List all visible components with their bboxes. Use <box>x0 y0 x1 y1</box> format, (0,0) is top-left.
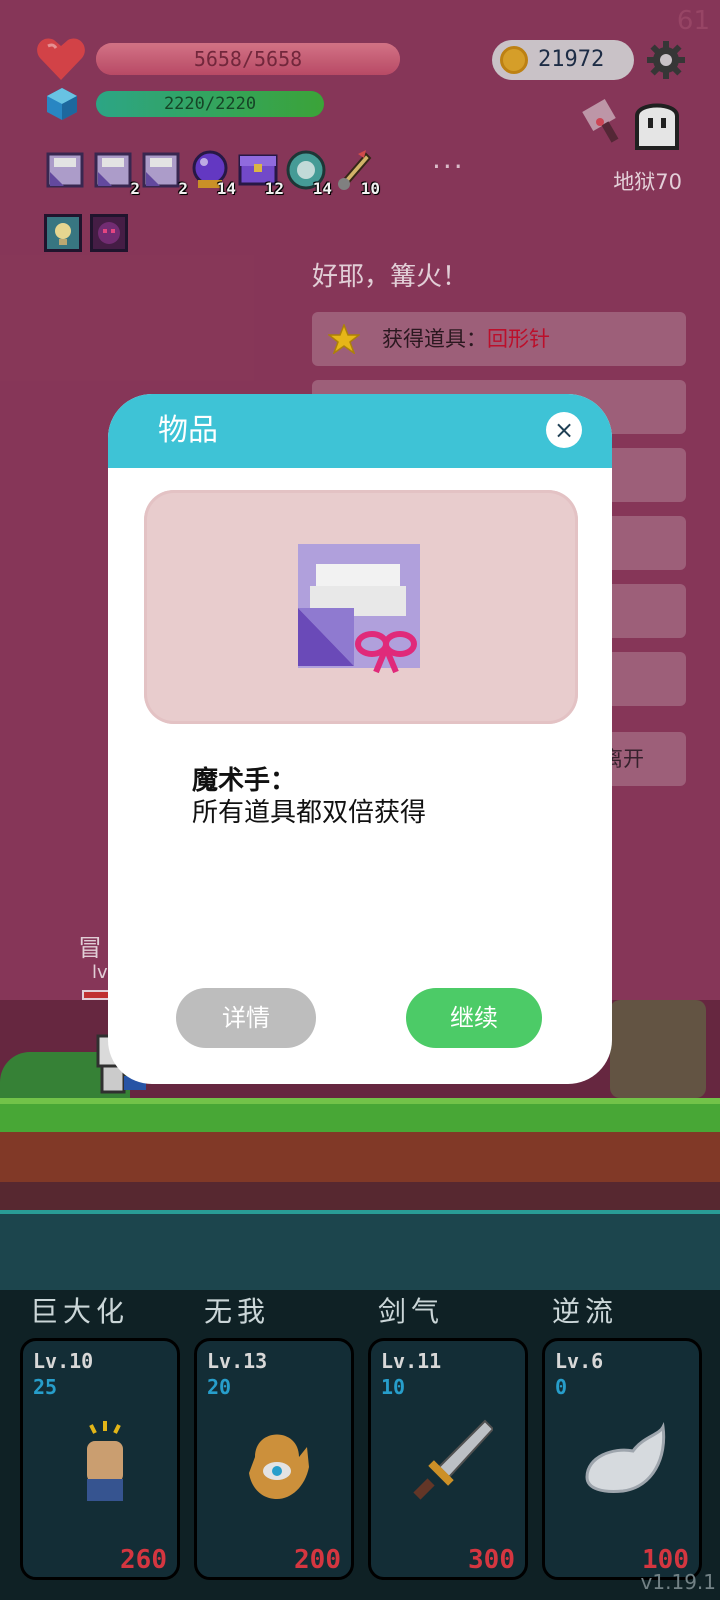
modal-header: 物品 × <box>108 394 612 468</box>
magic-hand-item-icon <box>298 544 420 674</box>
item-modal: 物品 × 魔术手： 所有道具都双倍获得 详情 继续 <box>108 394 612 1084</box>
item-preview <box>144 490 578 724</box>
detail-button[interactable]: 详情 <box>176 988 316 1048</box>
modal-title: 物品 <box>158 413 218 448</box>
close-button[interactable]: × <box>546 412 582 448</box>
continue-button[interactable]: 继续 <box>406 988 542 1048</box>
item-description: 所有道具都双倍获得 <box>192 798 427 828</box>
